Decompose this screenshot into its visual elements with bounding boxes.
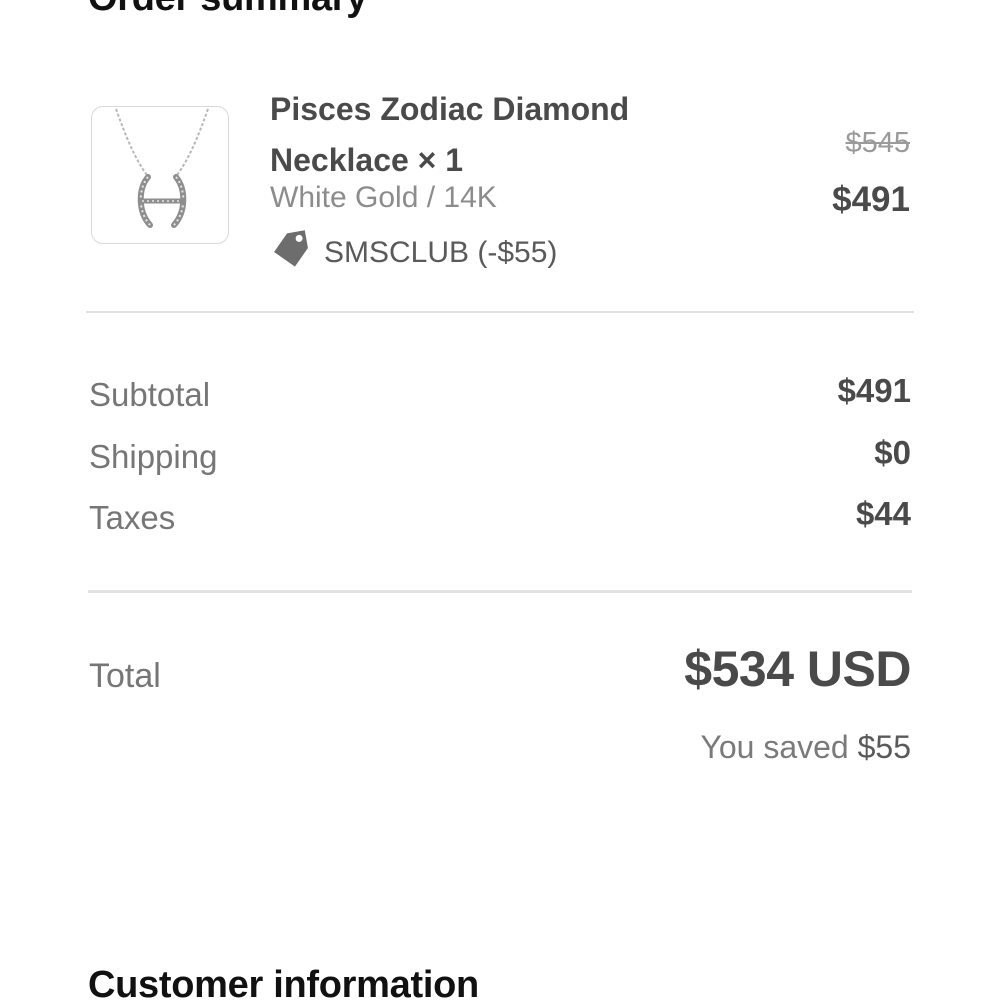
original-price: $545 <box>845 127 910 159</box>
total-value: $534 USD <box>684 641 911 697</box>
divider <box>86 311 914 313</box>
customer-information-title: Customer information <box>88 964 479 1006</box>
taxes-value: $44 <box>855 495 911 532</box>
taxes-label: Taxes <box>89 499 176 536</box>
shipping-value: $0 <box>874 434 911 471</box>
product-name: Pisces Zodiac Diamond Necklace × 1 <box>270 91 630 178</box>
subtotal-value: $491 <box>837 372 911 409</box>
order-summary-title: Order summary <box>88 0 367 20</box>
item-price: $491 <box>832 180 910 219</box>
shipping-label: Shipping <box>89 438 218 475</box>
discount-line: SMSCLUB (-$55) <box>270 229 557 276</box>
product-thumbnail <box>91 106 229 244</box>
subtotal-label: Subtotal <box>89 376 211 413</box>
savings-amount: $55 <box>857 729 911 765</box>
divider <box>88 590 912 593</box>
savings-prefix: You saved <box>700 729 849 765</box>
total-label: Total <box>89 657 161 695</box>
necklace-image <box>115 108 209 228</box>
discount-code: SMSCLUB (-$55) <box>324 235 558 269</box>
product-variant: White Gold / 14K <box>270 181 497 214</box>
tag-icon <box>270 229 312 276</box>
savings-text: You saved $55 <box>700 729 911 766</box>
